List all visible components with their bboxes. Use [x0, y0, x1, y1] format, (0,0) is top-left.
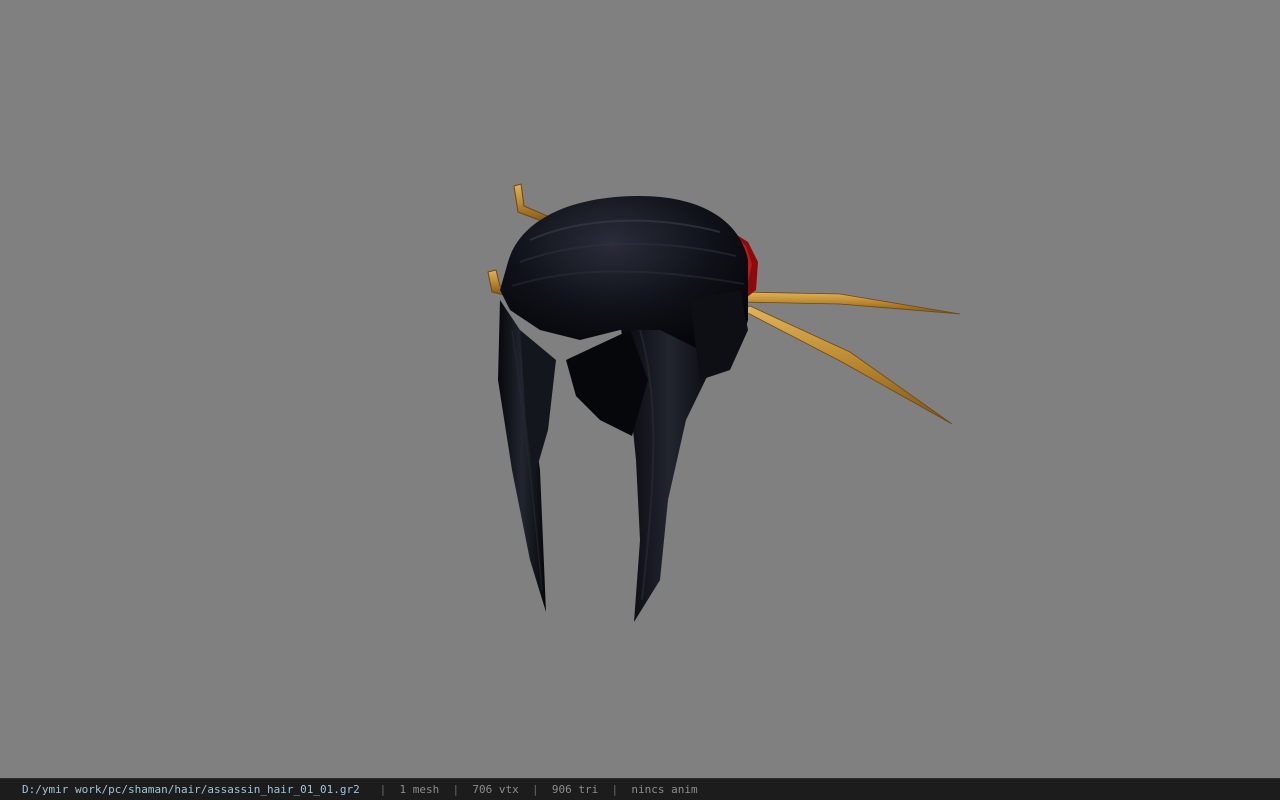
- vertex-count: 706 vtx: [472, 783, 519, 796]
- mesh-count: 1 mesh: [399, 783, 440, 796]
- hairpin-right-upper: [739, 291, 961, 315]
- status-bar: D:/ymir work/pc/shaman/hair/assassin_hai…: [0, 778, 1280, 800]
- model-render: [487, 183, 961, 622]
- hairpin-right-lower: [741, 305, 953, 425]
- status-separator: |: [611, 783, 619, 796]
- triangle-count: 906 tri: [551, 783, 599, 796]
- status-separator: |: [379, 783, 387, 796]
- 3d-viewport[interactable]: [0, 0, 1280, 778]
- hair-model: [498, 196, 748, 622]
- status-separator: |: [452, 783, 460, 796]
- status-separator: |: [532, 783, 539, 796]
- file-path: D:/ymir work/pc/shaman/hair/assassin_hai…: [22, 783, 360, 796]
- anim-status: nincs anim: [631, 783, 698, 796]
